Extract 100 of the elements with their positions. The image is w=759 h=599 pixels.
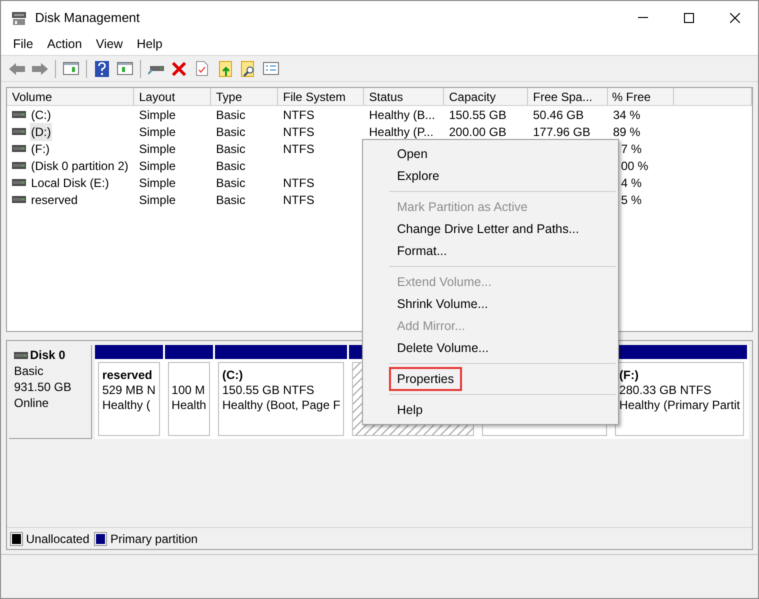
app-icon (11, 10, 27, 26)
disk-type: Basic (14, 363, 44, 379)
partition-detail: 100 M (172, 383, 206, 398)
table-cell-text: NTFS (283, 140, 314, 158)
maximize-icon (684, 12, 694, 22)
table-cell-text: 5 % (621, 192, 642, 208)
disk-size: 931.50 GB (14, 379, 72, 395)
table-cell-text: Simple (139, 106, 176, 124)
table-cell-text: Basic (216, 174, 246, 192)
drive-icon (12, 179, 26, 186)
table-cell-text: NTFS (283, 106, 314, 124)
column-header[interactable]: Layout (134, 88, 211, 105)
partition-label: reserved (102, 368, 154, 383)
menu-item[interactable]: Help (130, 35, 168, 54)
minimize-icon (638, 17, 648, 18)
close-icon (172, 62, 186, 76)
table-cell-text: 00 % (621, 158, 648, 174)
table-cell-text: Basic (216, 124, 246, 140)
back-arrow-icon (9, 62, 25, 74)
drive-icon (12, 145, 26, 152)
table-cell-text: 177.96 GB (533, 124, 590, 140)
table-cell-text: Basic (216, 106, 246, 124)
table-cell-text: Healthy (P... (369, 124, 434, 140)
menu-item[interactable]: View (90, 35, 129, 54)
partition-detail: Healthy ( (102, 398, 152, 413)
table-cell-text: Healthy (B... (369, 106, 436, 124)
partition-detail: 150.55 GB NTFS (222, 383, 316, 398)
partition-detail: 280.33 GB NTFS (619, 383, 712, 398)
table-cell-text: 50.46 GB (533, 106, 584, 124)
column-header[interactable]: % Free (608, 88, 674, 105)
legend-label: Unallocated (26, 530, 90, 548)
table-cell-text: Basic (216, 140, 246, 158)
table-cell-text: 150.55 GB (449, 106, 506, 124)
disk-info-panel[interactable]: Disk 0 Basic 931.50 GB Online (9, 345, 92, 439)
menu-option[interactable]: Explore (391, 166, 446, 186)
partition-label: (F:) (619, 368, 640, 383)
drive-label[interactable]: (D:) (30, 122, 52, 140)
partition-header-bar (164, 345, 214, 359)
search-icon (241, 60, 255, 76)
table-cell-text: Simple (139, 140, 176, 158)
menu-option[interactable]: Help (391, 400, 429, 420)
forward-arrow-icon (32, 62, 48, 74)
table-cell-text: 200.00 GB (449, 124, 506, 140)
drive-label[interactable]: (Disk 0 partition 2) (30, 156, 130, 174)
panel-icon (117, 62, 133, 75)
drive-label[interactable]: Local Disk (E:) (30, 174, 110, 192)
partition-detail: Health (172, 398, 206, 413)
drive-label[interactable]: reserved (30, 190, 79, 208)
table-cell-text: 7 % (621, 140, 642, 158)
menu-item[interactable]: Action (41, 35, 88, 54)
table-cell-text: Simple (139, 174, 176, 192)
partition-detail: 529 MB N (102, 383, 156, 398)
table-cell-text: 4 % (621, 174, 642, 192)
column-header[interactable]: Type (211, 88, 278, 105)
disk-icon (14, 352, 28, 358)
partition-block[interactable]: 100 M Health (168, 362, 210, 436)
close-icon (730, 12, 740, 22)
partition-detail: Healthy (Boot, Page F (222, 398, 340, 413)
table-cell-text: 89 % (613, 124, 640, 140)
checklist-icon (263, 62, 279, 75)
column-header[interactable]: Free Spa... (528, 88, 608, 105)
drive-icon (12, 162, 26, 169)
column-header[interactable]: File System (278, 88, 364, 105)
legend-label: Primary partition (110, 530, 198, 548)
table-cell-text: Basic (216, 158, 246, 174)
column-header[interactable]: Capacity (444, 88, 528, 105)
menu-option[interactable]: Format... (391, 240, 454, 262)
menu-option[interactable]: Change Drive Letter and Paths... (391, 218, 586, 240)
panel-icon (63, 62, 79, 75)
drive-label[interactable]: (F:) (30, 140, 51, 158)
checked-document-icon (196, 61, 208, 76)
disk-name: Disk 0 (30, 347, 66, 363)
window-title: Disk Management (35, 8, 140, 27)
menu-option[interactable]: Delete Volume... (391, 338, 495, 358)
menu-option[interactable]: Shrink Volume... (391, 294, 494, 314)
table-cell-text: Basic (216, 192, 246, 208)
drive-icon (12, 196, 26, 203)
table-cell-text: 34 % (613, 106, 640, 124)
help-icon (95, 60, 109, 76)
menu-option[interactable]: Properties (391, 368, 460, 390)
table-cell-text: NTFS (283, 124, 314, 140)
drive-label[interactable]: (C:) (30, 106, 52, 124)
partition-detail: Healthy (Primary Partit (619, 398, 740, 413)
table-cell-text: NTFS (283, 192, 314, 208)
column-header[interactable]: Status (364, 88, 444, 105)
partition-block[interactable]: (F:) 280.33 GB NTFS Healthy (Primary Partit (615, 362, 744, 436)
disk-status: Online (14, 395, 50, 411)
partition-block[interactable]: (C:) 150.55 GB NTFS Healthy (Boot, Page F (218, 362, 344, 436)
table-cell-text: NTFS (283, 174, 314, 192)
drive-icon (12, 111, 26, 118)
column-header[interactable]: Volume (7, 88, 134, 105)
table-cell-text: Simple (139, 192, 176, 208)
partition-header-bar (95, 345, 163, 359)
table-cell-text: Simple (139, 158, 176, 174)
menu-option[interactable]: Open (391, 144, 434, 164)
drive-icon (12, 128, 26, 135)
partition-block[interactable]: reserved 529 MB N Healthy ( (98, 362, 160, 436)
table-cell-text: Simple (139, 124, 176, 140)
menu-item[interactable]: File (7, 35, 40, 54)
partition-label: (C:) (222, 368, 244, 383)
